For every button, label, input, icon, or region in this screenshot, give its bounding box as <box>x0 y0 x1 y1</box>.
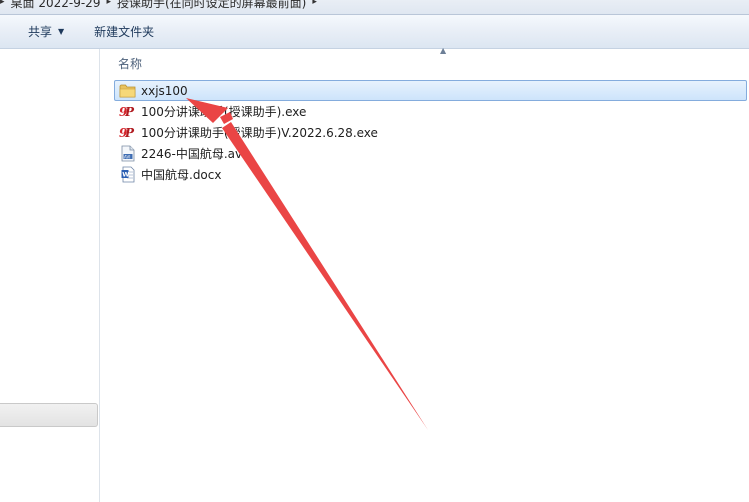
svg-text:W: W <box>122 171 129 179</box>
word-doc-icon: W <box>119 166 136 183</box>
new-folder-button[interactable]: 新建文件夹 <box>86 20 162 44</box>
app-exe-icon: 9 P <box>119 103 136 120</box>
sort-up-icon: ▲ <box>440 46 447 55</box>
svg-text:AVI: AVI <box>124 154 130 159</box>
share-button[interactable]: 共享 ▼ <box>20 20 72 44</box>
breadcrumb: ▸ 桌面 2022-9-29 ▸ 授课助手(在同时设定的屏幕最前面) ▸ <box>0 0 317 11</box>
new-folder-label: 新建文件夹 <box>94 25 155 39</box>
column-name-header[interactable]: 名称 <box>118 55 142 72</box>
list-item[interactable]: AVI 2246-中国航母.avi <box>114 143 747 164</box>
column-header: ▲ 名称 <box>100 46 749 75</box>
file-name: xxjs100 <box>141 83 188 98</box>
list-item[interactable]: 9 P 100分讲课助手(授课助手)V.2022.6.28.exe <box>114 122 747 143</box>
breadcrumb-item[interactable]: 桌面 2022-9-29 <box>11 0 101 11</box>
video-file-icon: AVI <box>119 145 136 162</box>
navigation-pane[interactable] <box>0 49 100 502</box>
list-item[interactable]: W 中国航母.docx <box>114 164 747 185</box>
list-item[interactable]: xxjs100 <box>114 80 747 101</box>
svg-text:P: P <box>124 105 135 119</box>
file-list-pane: ▲ 名称 xxjs100 9 P 100分讲课助手(授课助手).exe 9 P … <box>100 46 749 502</box>
app-exe-icon: 9 P <box>119 124 136 141</box>
file-name: 2246-中国航母.avi <box>141 147 246 161</box>
file-name: 100分讲课助手(授课助手).exe <box>141 105 307 119</box>
folder-icon <box>119 82 136 99</box>
file-name: 100分讲课助手(授课助手)V.2022.6.28.exe <box>141 126 378 140</box>
share-label: 共享 <box>28 25 53 39</box>
svg-text:P: P <box>124 126 135 140</box>
toolbar: 共享 ▼ 新建文件夹 <box>0 15 749 49</box>
chevron-right-icon[interactable]: ▸ <box>312 0 317 7</box>
file-list: xxjs100 9 P 100分讲课助手(授课助手).exe 9 P 100分讲… <box>114 80 747 185</box>
nav-scrollbar[interactable] <box>0 403 98 427</box>
list-item[interactable]: 9 P 100分讲课助手(授课助手).exe <box>114 101 747 122</box>
chevron-right-icon[interactable]: ▸ <box>106 0 111 7</box>
chevron-right-icon[interactable]: ▸ <box>0 0 5 7</box>
file-name: 中国航母.docx <box>141 168 222 182</box>
address-bar[interactable]: ▸ 桌面 2022-9-29 ▸ 授课助手(在同时设定的屏幕最前面) ▸ <box>0 0 749 15</box>
caret-down-icon: ▼ <box>58 27 65 36</box>
breadcrumb-item[interactable]: 授课助手(在同时设定的屏幕最前面) <box>117 0 306 11</box>
